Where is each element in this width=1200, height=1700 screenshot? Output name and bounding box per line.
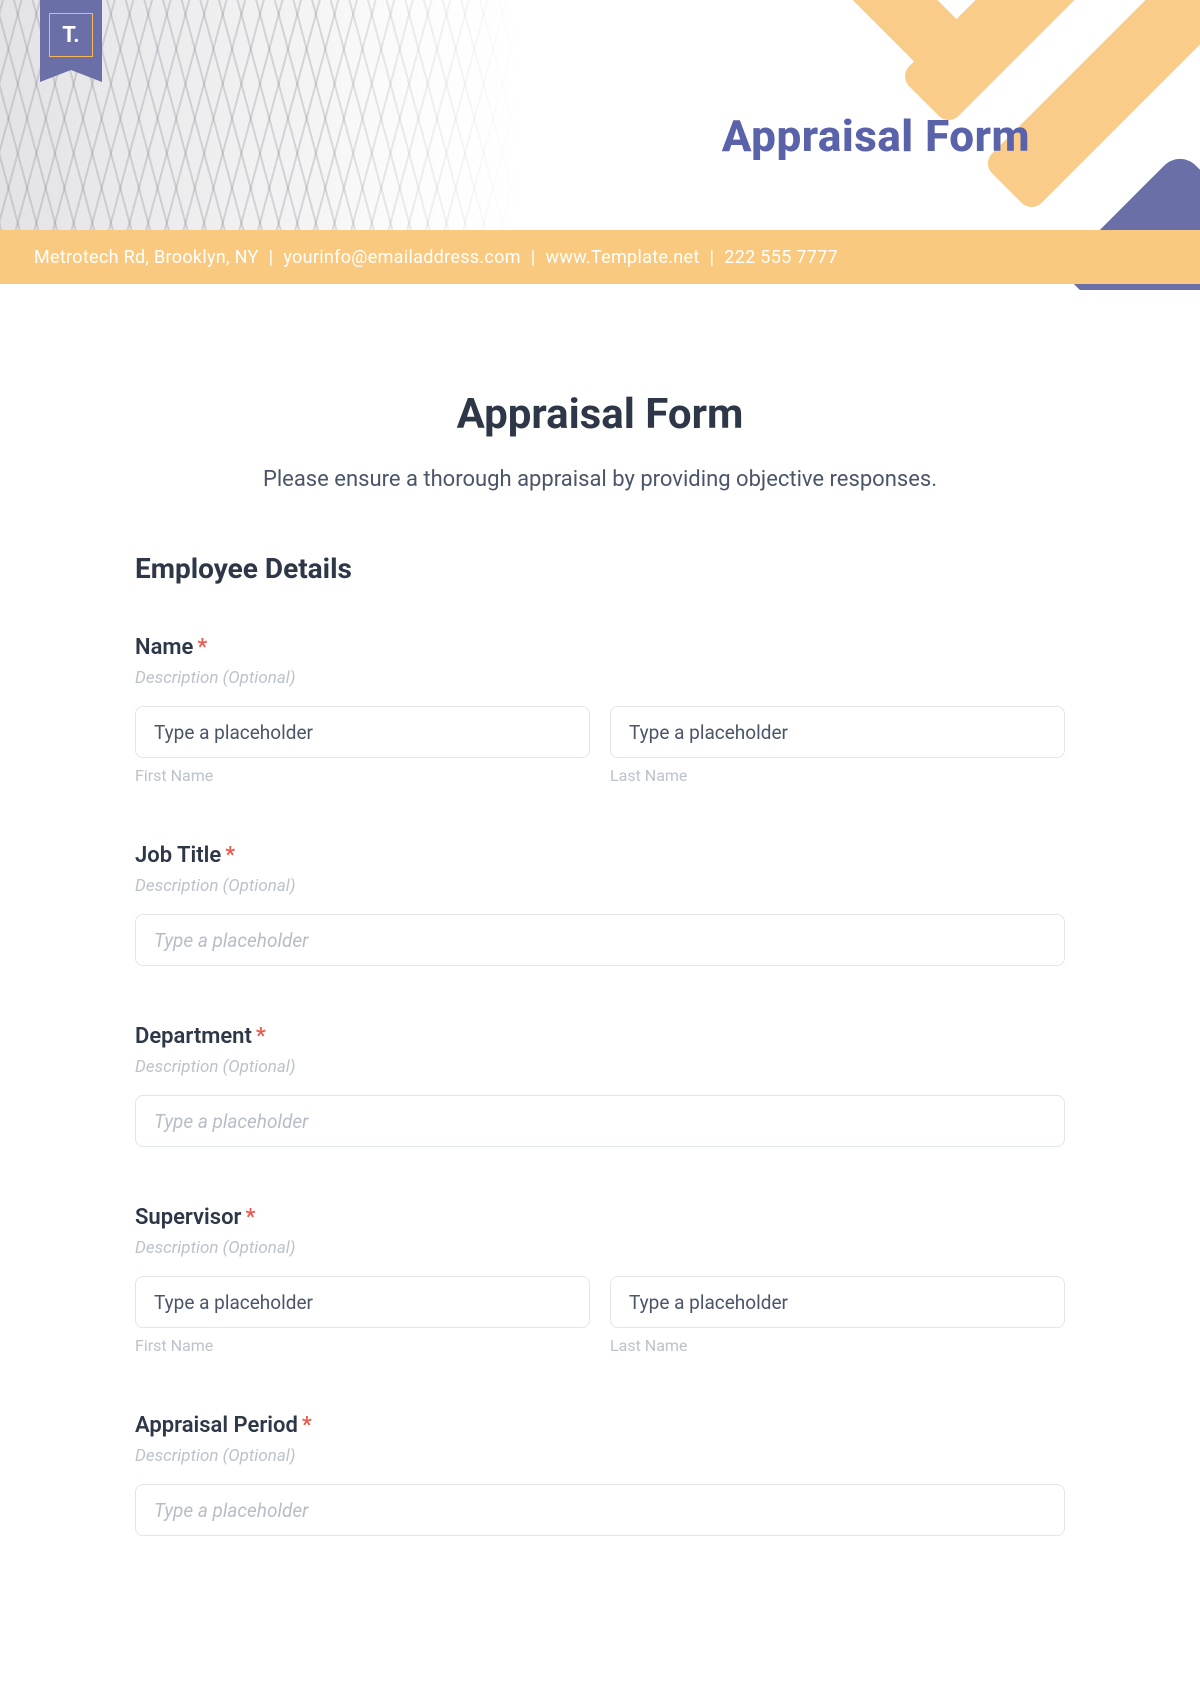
label-text: Supervisor	[135, 1205, 241, 1230]
field-description: Description (Optional)	[135, 1238, 1065, 1258]
form-content: Appraisal Form Please ensure a thorough …	[0, 290, 1200, 1634]
field-label: Supervisor*	[135, 1205, 1065, 1230]
contact-phone: 222 555 7777	[724, 247, 838, 268]
separator: |	[269, 247, 274, 268]
last-name-input[interactable]	[610, 706, 1065, 758]
sublabel-first-name: First Name	[135, 766, 590, 785]
label-text: Job Title	[135, 843, 221, 868]
contact-website: www.Template.net	[546, 247, 700, 268]
label-text: Appraisal Period	[135, 1413, 298, 1438]
required-asterisk: *	[256, 1024, 266, 1049]
logo-ribbon: T.	[40, 0, 102, 70]
sublabel-first-name: First Name	[135, 1336, 590, 1355]
department-input[interactable]	[135, 1095, 1065, 1147]
contact-email: yourinfo@emailaddress.com	[283, 247, 520, 268]
supervisor-last-name-input[interactable]	[610, 1276, 1065, 1328]
field-name: Name* Description (Optional) First Name …	[135, 635, 1065, 785]
field-supervisor: Supervisor* Description (Optional) First…	[135, 1205, 1065, 1355]
field-label: Name*	[135, 635, 1065, 660]
separator: |	[710, 247, 715, 268]
first-name-input[interactable]	[135, 706, 590, 758]
sublabel-last-name: Last Name	[610, 1336, 1065, 1355]
label-text: Name	[135, 635, 193, 660]
logo-text: T.	[49, 13, 93, 57]
field-department: Department* Description (Optional)	[135, 1024, 1065, 1147]
form-title: Appraisal Form	[135, 390, 1065, 439]
appraisal-period-input[interactable]	[135, 1484, 1065, 1536]
field-label: Appraisal Period*	[135, 1413, 1065, 1438]
field-description: Description (Optional)	[135, 1446, 1065, 1466]
header-title: Appraisal Form	[722, 110, 1030, 162]
section-title-employee-details: Employee Details	[135, 552, 1065, 585]
supervisor-first-name-input[interactable]	[135, 1276, 590, 1328]
sublabel-last-name: Last Name	[610, 766, 1065, 785]
field-appraisal-period: Appraisal Period* Description (Optional)	[135, 1413, 1065, 1536]
required-asterisk: *	[245, 1205, 255, 1230]
form-subtitle: Please ensure a thorough appraisal by pr…	[135, 467, 1065, 492]
field-description: Description (Optional)	[135, 668, 1065, 688]
field-job-title: Job Title* Description (Optional)	[135, 843, 1065, 966]
required-asterisk: *	[197, 635, 207, 660]
label-text: Department	[135, 1024, 252, 1049]
separator: |	[531, 247, 536, 268]
job-title-input[interactable]	[135, 914, 1065, 966]
contact-bar: Metrotech Rd, Brooklyn, NY | yourinfo@em…	[0, 230, 1200, 284]
field-description: Description (Optional)	[135, 876, 1065, 896]
field-label: Job Title*	[135, 843, 1065, 868]
contact-address: Metrotech Rd, Brooklyn, NY	[34, 247, 259, 268]
form-header: T. Appraisal Form Metrotech Rd, Brooklyn…	[0, 0, 1200, 290]
field-label: Department*	[135, 1024, 1065, 1049]
required-asterisk: *	[302, 1413, 312, 1438]
field-description: Description (Optional)	[135, 1057, 1065, 1077]
required-asterisk: *	[225, 843, 235, 868]
